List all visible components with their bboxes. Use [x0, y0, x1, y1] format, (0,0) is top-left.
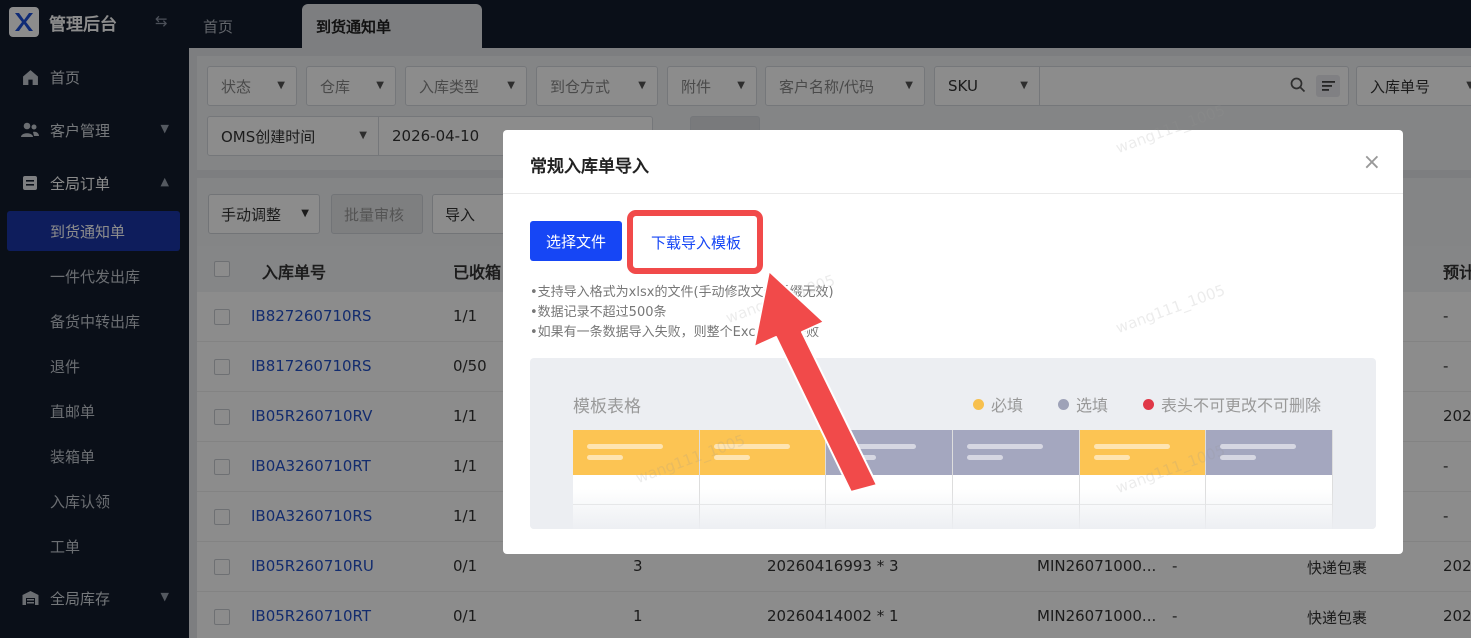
arrow-annotation-icon [753, 270, 878, 493]
